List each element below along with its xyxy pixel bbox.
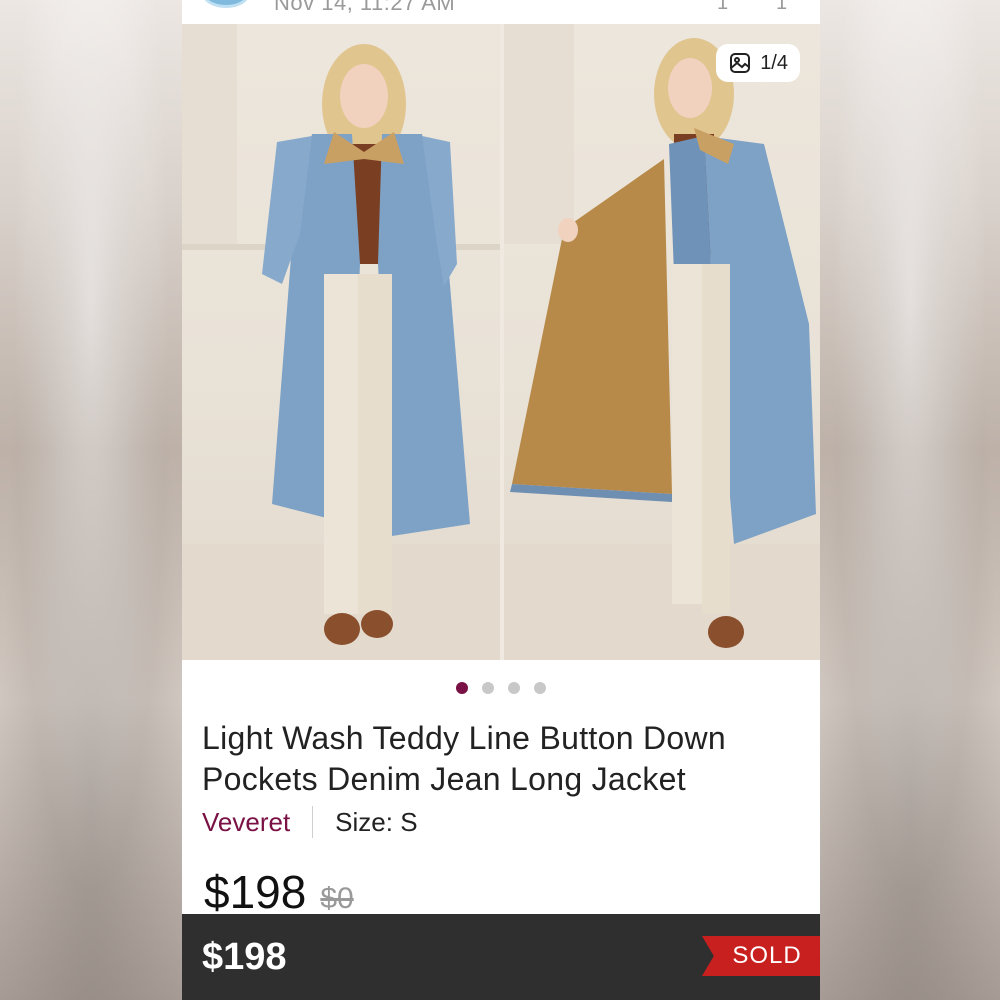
pagination-dot[interactable] xyxy=(482,682,494,694)
purchase-footer: $198 SOLD xyxy=(182,914,820,1000)
product-photo-open[interactable] xyxy=(504,24,820,660)
image-counter-text: 1/4 xyxy=(760,51,788,74)
pagination-dot[interactable] xyxy=(508,682,520,694)
original-price: $0 xyxy=(320,882,354,915)
post-header: Nov 14, 11:27 AM 1 1 xyxy=(182,0,820,24)
left-blurred-background xyxy=(0,0,182,1000)
comment-count: 1 xyxy=(776,0,788,14)
right-blurred-background xyxy=(820,0,1000,1000)
listing-card: Nov 14, 11:27 AM 1 1 1/4 Light Wash Tedd… xyxy=(182,0,820,1000)
size-label: Size: S xyxy=(335,806,418,837)
footer-price: $198 xyxy=(202,935,287,978)
pagination-dot[interactable] xyxy=(456,682,468,694)
pagination-dot[interactable] xyxy=(534,682,546,694)
image-counter-badge: 1/4 xyxy=(716,44,800,82)
post-date: Nov 14, 11:27 AM xyxy=(274,0,456,15)
product-photo-front[interactable] xyxy=(182,24,500,660)
gallery-pagination[interactable] xyxy=(182,682,820,694)
like-count: 1 xyxy=(717,0,729,14)
meta-divider xyxy=(312,806,314,838)
image-icon xyxy=(728,51,752,75)
listing-title: Light Wash Teddy Line Button Down Pocket… xyxy=(202,720,726,797)
listing-meta: Veveret Size: S xyxy=(202,806,418,838)
listing-price: $198 xyxy=(204,866,307,918)
price-row: $198 $0 xyxy=(204,865,354,919)
avatar[interactable] xyxy=(202,0,250,8)
sold-badge: SOLD xyxy=(702,936,820,976)
brand-link[interactable]: Veveret xyxy=(202,807,290,838)
photo-gallery[interactable]: 1/4 xyxy=(182,24,820,660)
